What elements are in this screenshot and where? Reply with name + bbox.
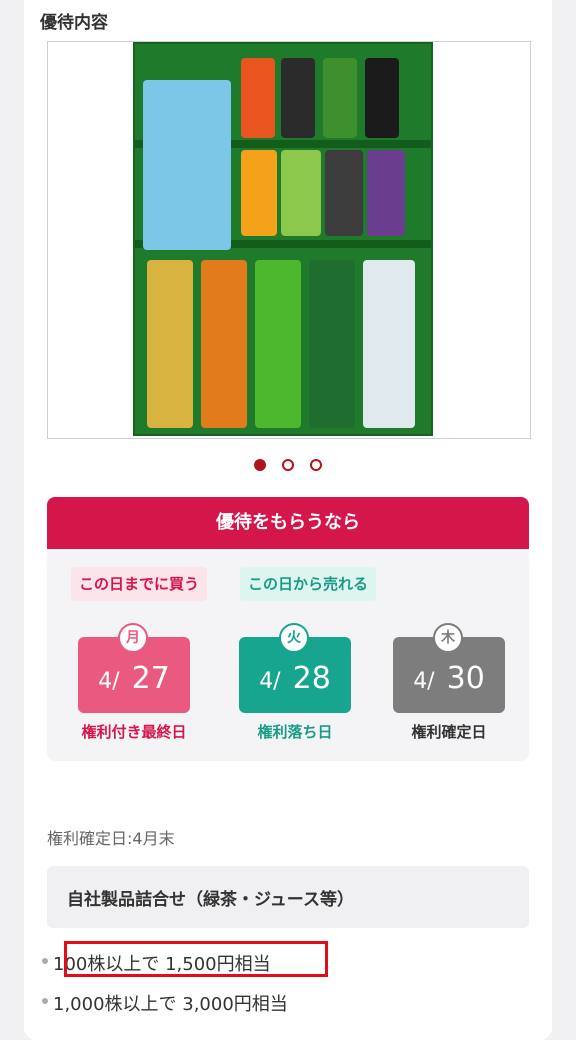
gift-box-illustration — [133, 42, 433, 436]
date-month: 4/ — [98, 669, 120, 694]
date-label: 権利確定日 — [411, 723, 487, 741]
benefit-tier: 1,000株以上で 3,000円相当 — [42, 990, 288, 1016]
product-box: 自社製品詰合せ（緑茶・ジュース等） — [47, 866, 529, 928]
buy-by-tag: この日までに買う — [71, 567, 208, 601]
last-rights-date: 月 4/27 — [78, 623, 190, 713]
date-label: 権利付き最終日 — [81, 723, 187, 741]
panel-header: 優待をもらうなら — [47, 497, 529, 549]
date-day: 27 — [131, 661, 170, 696]
highlight-box — [64, 941, 328, 977]
carousel-dot[interactable] — [310, 459, 322, 471]
benefit-schedule-panel: 優待をもらうなら この日までに買う この日から売れる 月 4/27 権利付き最終… — [47, 497, 529, 761]
carousel-dots — [0, 459, 576, 471]
record-date: 木 4/30 — [393, 623, 505, 713]
weekday-badge: 月 — [118, 623, 148, 653]
record-date-text: 権利確定日:4月末 — [47, 829, 175, 848]
section-title: 優待内容 — [40, 13, 108, 33]
date-month: 4/ — [413, 669, 435, 694]
date-day: 28 — [292, 661, 331, 696]
product-title: 自社製品詰合せ（緑茶・ジュース等） — [67, 890, 354, 910]
product-image[interactable] — [47, 41, 531, 439]
date-month: 4/ — [259, 669, 281, 694]
weekday-badge: 木 — [433, 623, 463, 653]
sell-from-tag: この日から売れる — [240, 567, 377, 601]
carousel-dot[interactable] — [282, 459, 294, 471]
ex-rights-date: 火 4/28 — [239, 623, 351, 713]
weekday-badge: 火 — [279, 623, 309, 653]
date-label: 権利落ち日 — [257, 723, 333, 741]
tier-text: 1,000株以上で 3,000円相当 — [53, 994, 288, 1015]
date-day: 30 — [446, 661, 485, 696]
carousel-dot[interactable] — [254, 459, 266, 471]
